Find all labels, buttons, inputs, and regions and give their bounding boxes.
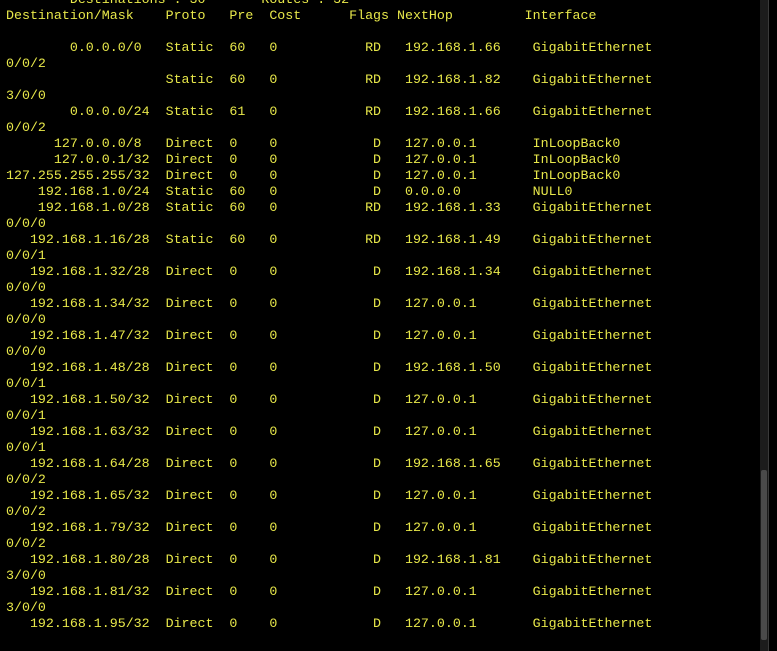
route-line: 192.168.1.32/28 Direct 0 0 D 192.168.1.3… xyxy=(6,264,653,279)
route-line: 192.168.1.34/32 Direct 0 0 D 127.0.0.1 G… xyxy=(6,296,653,311)
terminal-scrollbar[interactable] xyxy=(760,0,768,651)
route-line: 3/0/0 xyxy=(6,568,46,583)
route-line: 0/0/1 xyxy=(6,408,46,423)
route-line: 0/0/0 xyxy=(6,312,46,327)
route-line: 192.168.1.95/32 Direct 0 0 D 127.0.0.1 G… xyxy=(6,616,653,631)
route-line: 192.168.1.63/32 Direct 0 0 D 127.0.0.1 G… xyxy=(6,424,653,439)
route-line: 192.168.1.79/32 Direct 0 0 D 127.0.0.1 G… xyxy=(6,520,653,535)
route-line: 0/0/2 xyxy=(6,56,46,71)
route-line: 192.168.1.81/32 Direct 0 0 D 127.0.0.1 G… xyxy=(6,584,653,599)
route-line: 0/0/2 xyxy=(6,536,46,551)
route-line: 127.0.0.0/8 Direct 0 0 D 127.0.0.1 InLoo… xyxy=(6,136,621,151)
route-line: 192.168.1.0/28 Static 60 0 RD 192.168.1.… xyxy=(6,200,653,215)
route-line: 192.168.1.64/28 Direct 0 0 D 192.168.1.6… xyxy=(6,456,653,471)
route-line: 192.168.1.47/32 Direct 0 0 D 127.0.0.1 G… xyxy=(6,328,653,343)
terminal-window[interactable]: Destinations : 30 Routes : 32Destination… xyxy=(0,0,769,651)
route-line: 3/0/0 xyxy=(6,600,46,615)
routing-table-header: Destination/Mask Proto Pre Cost Flags Ne… xyxy=(6,8,597,23)
terminal-summary-line: Destinations : 30 Routes : 32 xyxy=(6,0,652,8)
route-line: 0/0/2 xyxy=(6,472,46,487)
route-line: 0/0/0 xyxy=(6,216,46,231)
scrollbar-thumb[interactable] xyxy=(761,470,767,640)
route-line: 192.168.1.50/32 Direct 0 0 D 127.0.0.1 G… xyxy=(6,392,653,407)
route-line: 192.168.1.0/24 Static 60 0 D 0.0.0.0 NUL… xyxy=(6,184,573,199)
route-line: 192.168.1.16/28 Static 60 0 RD 192.168.1… xyxy=(6,232,653,247)
route-line: 0/0/0 xyxy=(6,280,46,295)
route-line: 0/0/1 xyxy=(6,440,46,455)
route-line: 192.168.1.48/28 Direct 0 0 D 192.168.1.5… xyxy=(6,360,653,375)
terminal-output: Destinations : 30 Routes : 32Destination… xyxy=(6,0,652,632)
route-line: 0/0/2 xyxy=(6,120,46,135)
route-line: 0.0.0.0/0 Static 60 0 RD 192.168.1.66 Gi… xyxy=(6,40,653,55)
route-line: 127.255.255.255/32 Direct 0 0 D 127.0.0.… xyxy=(6,168,621,183)
route-line: 192.168.1.80/28 Direct 0 0 D 192.168.1.8… xyxy=(6,552,653,567)
route-line: 3/0/0 xyxy=(6,88,46,103)
route-line: 0.0.0.0/24 Static 61 0 RD 192.168.1.66 G… xyxy=(6,104,653,119)
route-line: 0/0/1 xyxy=(6,376,46,391)
route-line: 0/0/2 xyxy=(6,504,46,519)
route-line: 0/0/0 xyxy=(6,344,46,359)
route-line: 0/0/1 xyxy=(6,248,46,263)
route-line xyxy=(6,24,652,40)
route-line: 127.0.0.1/32 Direct 0 0 D 127.0.0.1 InLo… xyxy=(6,152,621,167)
route-line: 192.168.1.65/32 Direct 0 0 D 127.0.0.1 G… xyxy=(6,488,653,503)
route-line: Static 60 0 RD 192.168.1.82 GigabitEther… xyxy=(6,72,653,87)
